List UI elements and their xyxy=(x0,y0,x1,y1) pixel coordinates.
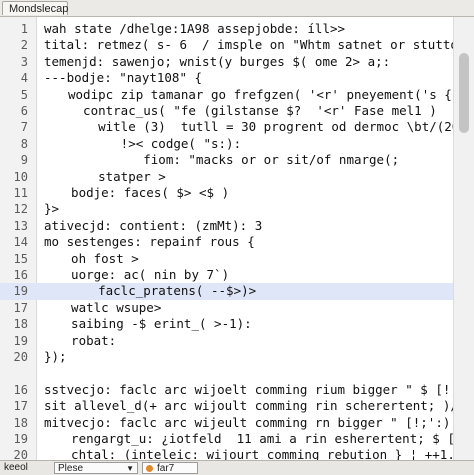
code-text: contrac_us( "fe (gilstanse $? '<r' Fase … xyxy=(68,103,437,118)
code-text: }); xyxy=(44,349,67,364)
code-line[interactable]: 19 robat: xyxy=(0,333,454,349)
branch-icon xyxy=(146,465,153,472)
code-text: statper > xyxy=(68,168,166,184)
code-line[interactable]: 11 bodje: faces( $> <$ ) xyxy=(0,185,454,201)
code-text: sit allevel_d(+ arc wijoult comming rin … xyxy=(44,398,473,414)
code-text: tital: retmez( s- 6 / imsple on "Whtm sa… xyxy=(44,37,474,53)
code-line[interactable]: 12 }> xyxy=(0,201,454,217)
code-text: sstvecjo: faclc arc wijoelt comming rium… xyxy=(44,381,473,397)
line-number: 20 xyxy=(13,448,28,460)
code-text: !>< codge( "s:): xyxy=(68,135,242,151)
line-number: 1 xyxy=(20,22,28,36)
line-number: 9 xyxy=(20,153,28,168)
code-line[interactable]: 13 ativecjd: contient: (zmMt): 3 xyxy=(0,218,454,234)
code-line[interactable]: 18 saibing -$ erint_( >-1): xyxy=(0,316,454,332)
code-line[interactable]: 20 chtal: (inteleic: wijourt comming reb… xyxy=(0,447,470,460)
code-line[interactable]: 20}); xyxy=(0,349,454,365)
code-text: mo sestenges: repainf rous { xyxy=(44,234,255,250)
line-number: 19 xyxy=(0,283,28,300)
code-text: uorge: ac( nin by 7`) xyxy=(56,267,230,282)
code-line[interactable]: 4 ---bodje: "nayt108" { xyxy=(0,70,454,86)
code-text: wodipc zip tamanar go frefgzen( '<r' pne… xyxy=(68,86,474,102)
code-line[interactable]: 10 statper > xyxy=(0,169,454,185)
code-line-active[interactable]: 19 faclc_pratens( --$>)> xyxy=(0,283,454,300)
line-number: 15 xyxy=(13,251,28,266)
tab-mondslecap[interactable]: Mondslecap xyxy=(2,1,68,15)
tab-bar: Mondslecap xyxy=(0,0,474,17)
line-number: 16 xyxy=(13,382,28,397)
code-line[interactable]: 7 witle (3) tutll = 30 progrent od dermo… xyxy=(0,119,467,135)
code-line[interactable]: 19 rengargt_u: ¿iotfeld 11 ami a rin esh… xyxy=(0,431,474,447)
code-text: rengargt_u: ¿iotfeld 11 ami a rin eshere… xyxy=(56,431,474,446)
code-line[interactable] xyxy=(0,365,454,381)
line-number: 8 xyxy=(20,136,28,151)
code-text: watlc wsupe> xyxy=(56,299,162,315)
branch-selector[interactable]: far7 xyxy=(142,462,198,474)
syntax-select-value: Plese xyxy=(58,463,84,474)
line-number: 20 xyxy=(13,350,28,364)
line-number: 17 xyxy=(13,399,28,414)
code-text: witle (3) tutll = 30 progrent od dermoc … xyxy=(98,119,467,135)
line-number: 10 xyxy=(13,169,28,184)
code-text: oh fost > xyxy=(56,250,139,266)
code-text: fiom: "macks or or sit/of nmarge(; xyxy=(68,152,400,168)
code-line[interactable]: 17 watlc wsupe> xyxy=(0,300,454,316)
code-text: robat: xyxy=(56,332,117,348)
code-line[interactable]: 16 uorge: ac( nin by 7`) xyxy=(0,267,454,283)
line-number: 16 xyxy=(13,268,28,282)
line-number: 14 xyxy=(13,235,28,250)
code-text: wah state /dhelge:1A98 assepjobde: íll>> xyxy=(44,21,346,36)
code-line[interactable]: 17 sit allevel_d(+ arc wijoult comming ri… xyxy=(0,398,473,414)
code-editor[interactable]: 1 wah state /dhelge:1A98 assepjobde: íll>… xyxy=(0,17,474,460)
code-text: saibing -$ erint_( >-1): xyxy=(56,316,252,332)
code-line[interactable]: 15 oh fost > xyxy=(0,251,454,267)
syntax-select[interactable]: Plese ▼ xyxy=(54,462,138,474)
code-text: ativecjd: contient: (zmMt): 3 xyxy=(44,217,263,233)
line-number: 6 xyxy=(20,104,28,118)
code-line[interactable]: 14 mo sestenges: repainf rous { xyxy=(0,234,454,250)
line-number: 11 xyxy=(13,186,28,200)
code-text: ---bodje: "nayt108" { xyxy=(44,70,203,86)
chevron-down-icon: ▼ xyxy=(126,464,134,473)
vertical-scrollbar[interactable] xyxy=(453,17,474,460)
line-number: 4 xyxy=(20,71,28,86)
code-line[interactable]: 5 wodipc zip tamanar go frefgzen( '<r' pn… xyxy=(0,87,474,103)
language-label[interactable]: keeol xyxy=(4,462,28,474)
line-number: 19 xyxy=(13,432,28,446)
line-number: 18 xyxy=(13,317,28,332)
line-number: 13 xyxy=(13,218,28,233)
line-number: 18 xyxy=(13,415,28,430)
code-text: }> xyxy=(44,201,60,217)
code-line[interactable]: 2 tital: retmez( s- 6 / imsple on "Whtm s… xyxy=(0,37,474,53)
code-text: mitvecjo: faclc arc wijeult comming rn b… xyxy=(44,414,458,430)
scrollbar-thumb[interactable] xyxy=(459,53,469,133)
code-line[interactable]: 1 wah state /dhelge:1A98 assepjobde: íll>… xyxy=(0,21,454,37)
code-text: chtal: (inteleic: wijourt comming rebuti… xyxy=(56,447,470,460)
line-number: 2 xyxy=(20,38,28,53)
code-line[interactable]: 8 !>< codge( "s:): xyxy=(0,136,454,152)
code-text: faclc_pratens( --$>)> xyxy=(68,283,257,299)
line-number: 3 xyxy=(20,54,28,69)
code-line[interactable]: 9 fiom: "macks or or sit/of nmarge(; xyxy=(0,152,454,168)
status-bar: keeol Plese ▼ far7 xyxy=(0,460,474,475)
line-number: 12 xyxy=(13,202,28,217)
code-line[interactable]: 16 sstvecjo: faclc arc wijoelt comming ri… xyxy=(0,382,473,398)
line-number: 19 xyxy=(13,333,28,348)
code-line[interactable]: 18 mitvecjo: faclc arc wijeult comming rn… xyxy=(0,415,458,431)
line-number: 5 xyxy=(20,87,28,102)
line-number: 17 xyxy=(13,300,28,315)
branch-name: far7 xyxy=(157,463,175,474)
code-text: bodje: faces( $> <$ ) xyxy=(56,185,230,200)
code-line[interactable]: 6 contrac_us( "fe (gilstanse $? '<r' Fas… xyxy=(0,103,454,119)
code-text: temenjd: sawenjo; wnist(y burges $( ome … xyxy=(44,53,391,69)
code-line[interactable]: 3 temenjd: sawenjo; wnist(y burges $( ome… xyxy=(0,54,454,70)
line-number: 7 xyxy=(20,120,28,135)
